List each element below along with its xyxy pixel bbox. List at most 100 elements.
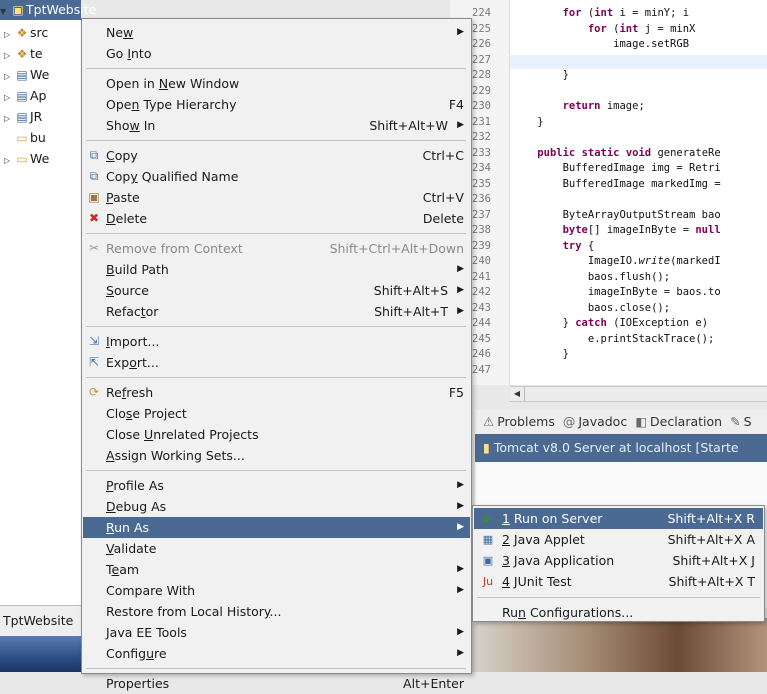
menu-item-go-into[interactable]: Go Into: [83, 43, 470, 64]
code-line: public static void generateRe: [537, 146, 721, 159]
menu-item-export[interactable]: ⇱ Export...: [83, 352, 470, 373]
import-icon: ⇲: [88, 334, 100, 348]
menu-item-refactor[interactable]: Refactor Shift+Alt+T ▶: [83, 301, 470, 322]
expand-triangle-icon[interactable]: ▷: [4, 109, 14, 129]
shortcut-label: Shift+Alt+X R: [667, 511, 755, 526]
menu-item-label: Copy Qualified Name: [106, 169, 239, 184]
menu-item-assign-working-sets[interactable]: Assign Working Sets...: [83, 445, 470, 466]
code-line: }: [512, 69, 569, 81]
menu-item-label: Java EE Tools: [106, 625, 187, 640]
shortcut-label: Delete: [422, 211, 464, 226]
tree-item-bu[interactable]: ▭ bu: [0, 128, 46, 148]
menu-item-restore-from-local-history[interactable]: Restore from Local History...: [83, 601, 470, 622]
submenu-item-label: 3 Java Application: [502, 553, 615, 568]
tab-javadoc[interactable]: @ Javadoc: [563, 410, 627, 434]
tab-label: S: [743, 414, 752, 429]
server-row[interactable]: ▮ Tomcat v8.0 Server at localhost [Starte: [475, 434, 767, 462]
submenu-arrow-icon: ▶: [457, 501, 464, 511]
menu-item-profile-as[interactable]: Profile As ▶: [83, 475, 470, 496]
menu-item-validate[interactable]: Validate: [83, 538, 470, 559]
menu-item-label: Open Type Hierarchy: [106, 97, 237, 112]
code-line: ImageIO.write(markedI: [587, 255, 721, 267]
menu-item-properties[interactable]: Properties Alt+Enter: [83, 673, 470, 694]
menu-item-label: Source: [106, 283, 149, 298]
menu-item-new[interactable]: New ▶: [83, 22, 470, 43]
shortcut-label: Shift+Alt+X J: [672, 553, 755, 568]
expand-triangle-icon[interactable]: ▷: [4, 88, 14, 108]
menu-item-java-ee-tools[interactable]: Java EE Tools ▶: [83, 622, 470, 643]
submenu-item-run-configurations[interactable]: Run Configurations...: [474, 602, 763, 623]
submenu-item-4-junit-test[interactable]: Ju 4 JUnit Test Shift+Alt+X T: [474, 571, 763, 592]
menu-item-compare-with[interactable]: Compare With ▶: [83, 580, 470, 601]
submenu-arrow-icon: ▶: [457, 27, 464, 37]
java-application-icon: ▣: [482, 554, 494, 567]
submenu-item-1-run-on-server[interactable]: ▶ 1 Run on Server Shift+Alt+X R: [474, 508, 763, 529]
menu-item-build-path[interactable]: Build Path ▶: [83, 259, 470, 280]
menu-item-close-unrelated-projects[interactable]: Close Unrelated Projects: [83, 424, 470, 445]
code-line: byte[] imageInByte = null: [562, 224, 721, 236]
menu-item-label: Close Project: [106, 406, 187, 421]
shortcut-label: Shift+Alt+S: [373, 283, 448, 298]
menu-item-configure[interactable]: Configure ▶: [83, 643, 470, 664]
scroll-left-arrow-icon[interactable]: ◀: [510, 387, 525, 401]
tree-item-jr[interactable]: ▷ ▤ JR: [0, 107, 42, 127]
tree-item-src[interactable]: ▷ ❖ src: [0, 23, 48, 43]
menu-item-copy-qualified-name[interactable]: ⧉ Copy Qualified Name: [83, 166, 470, 187]
menu-item-paste[interactable]: ▣ Paste Ctrl+V: [83, 187, 470, 208]
tree-item-label: src: [30, 25, 49, 40]
menu-item-refresh[interactable]: ⟳ Refresh F5: [83, 382, 470, 403]
tree-item-te[interactable]: ▷ ❖ te: [0, 44, 43, 64]
expand-triangle-icon[interactable]: ▷: [4, 46, 14, 66]
library-icon: ▤: [16, 68, 28, 82]
submenu-item-3-java-application[interactable]: ▣ 3 Java Application Shift+Alt+X J: [474, 550, 763, 571]
tab-s[interactable]: ✎ S: [730, 410, 751, 434]
expand-triangle-icon[interactable]: ▷: [4, 151, 14, 171]
menu-separator: [86, 140, 466, 141]
tree-item-label: JR: [30, 109, 43, 124]
menu-item-label: Show In: [106, 118, 156, 133]
menu-item-team[interactable]: Team ▶: [83, 559, 470, 580]
menu-item-run-as[interactable]: Run As ▶: [83, 517, 470, 538]
menu-item-label: Run As: [106, 520, 150, 535]
menu-item-close-project[interactable]: Close Project: [83, 403, 470, 424]
tree-item-project-root[interactable]: ▼ ▣ TptWebsite: [0, 0, 96, 22]
submenu-arrow-icon: ▶: [457, 648, 464, 658]
menu-item-open-in-new-window[interactable]: Open in New Window: [83, 73, 470, 94]
submenu-arrow-icon: ▶: [457, 564, 464, 574]
menu-item-delete[interactable]: ✖ Delete Delete: [83, 208, 470, 229]
menu-separator: [86, 377, 466, 378]
declaration-icon: ◧: [635, 414, 648, 429]
project-icon: ▣: [12, 3, 24, 17]
submenu-item-2-java-applet[interactable]: ▦ 2 Java Applet Shift+Alt+X A: [474, 529, 763, 550]
expand-triangle-icon[interactable]: ▷: [4, 67, 14, 87]
menu-item-debug-as[interactable]: Debug As ▶: [83, 496, 470, 517]
menu-item-import[interactable]: ⇲ Import...: [83, 331, 470, 352]
tree-item-we[interactable]: ▷ ▭ We: [0, 149, 49, 169]
tree-item-we[interactable]: ▷ ▤ We: [0, 65, 49, 85]
remove-context-icon: ✂: [88, 241, 100, 255]
editor-horizontal-scrollbar[interactable]: ◀: [510, 386, 767, 402]
menu-item-label: Remove from Context: [106, 241, 243, 256]
line-number: 247: [472, 363, 491, 376]
project-explorer: ▼ ▣ TptWebsite ▷ ❖ src ▷ ❖ te ▷ ▤ We ▷ ▤ Ap ▷ ▤ JR ▭ bu ▷ ▭ W…: [0, 0, 96, 605]
menu-item-label: Close Unrelated Projects: [106, 427, 259, 442]
code-line: image.setRGB: [613, 38, 690, 50]
menu-item-show-in[interactable]: Show In Shift+Alt+W ▶: [83, 115, 470, 136]
menu-item-open-type-hierarchy[interactable]: Open Type Hierarchy F4: [83, 94, 470, 115]
code-editor[interactable]: 224 225 226 227 228 229 230 231 232 233 234 235 236 2…: [450, 0, 767, 385]
code-line: for (int j = minX: [587, 22, 696, 35]
menu-item-source[interactable]: Source Shift+Alt+S ▶: [83, 280, 470, 301]
tab-declaration[interactable]: ◧ Declaration: [635, 410, 722, 434]
copy-qualified-name-icon: ⧉: [89, 169, 99, 183]
shortcut-label: Shift+Alt+T: [374, 304, 448, 319]
tab-problems[interactable]: ⚠ Problems: [483, 410, 555, 434]
menu-separator: [86, 233, 466, 234]
collapse-triangle-icon[interactable]: ▼: [0, 2, 10, 22]
menu-item-copy[interactable]: ⧉ Copy Ctrl+C: [83, 145, 470, 166]
expand-triangle-icon[interactable]: ▷: [4, 25, 14, 45]
code-line: baos.flush();: [587, 270, 671, 283]
menu-item-label: Import...: [106, 334, 160, 349]
line-number: 226: [472, 38, 491, 50]
at-icon: @: [562, 414, 576, 429]
tree-item-ap[interactable]: ▷ ▤ Ap: [0, 86, 47, 106]
